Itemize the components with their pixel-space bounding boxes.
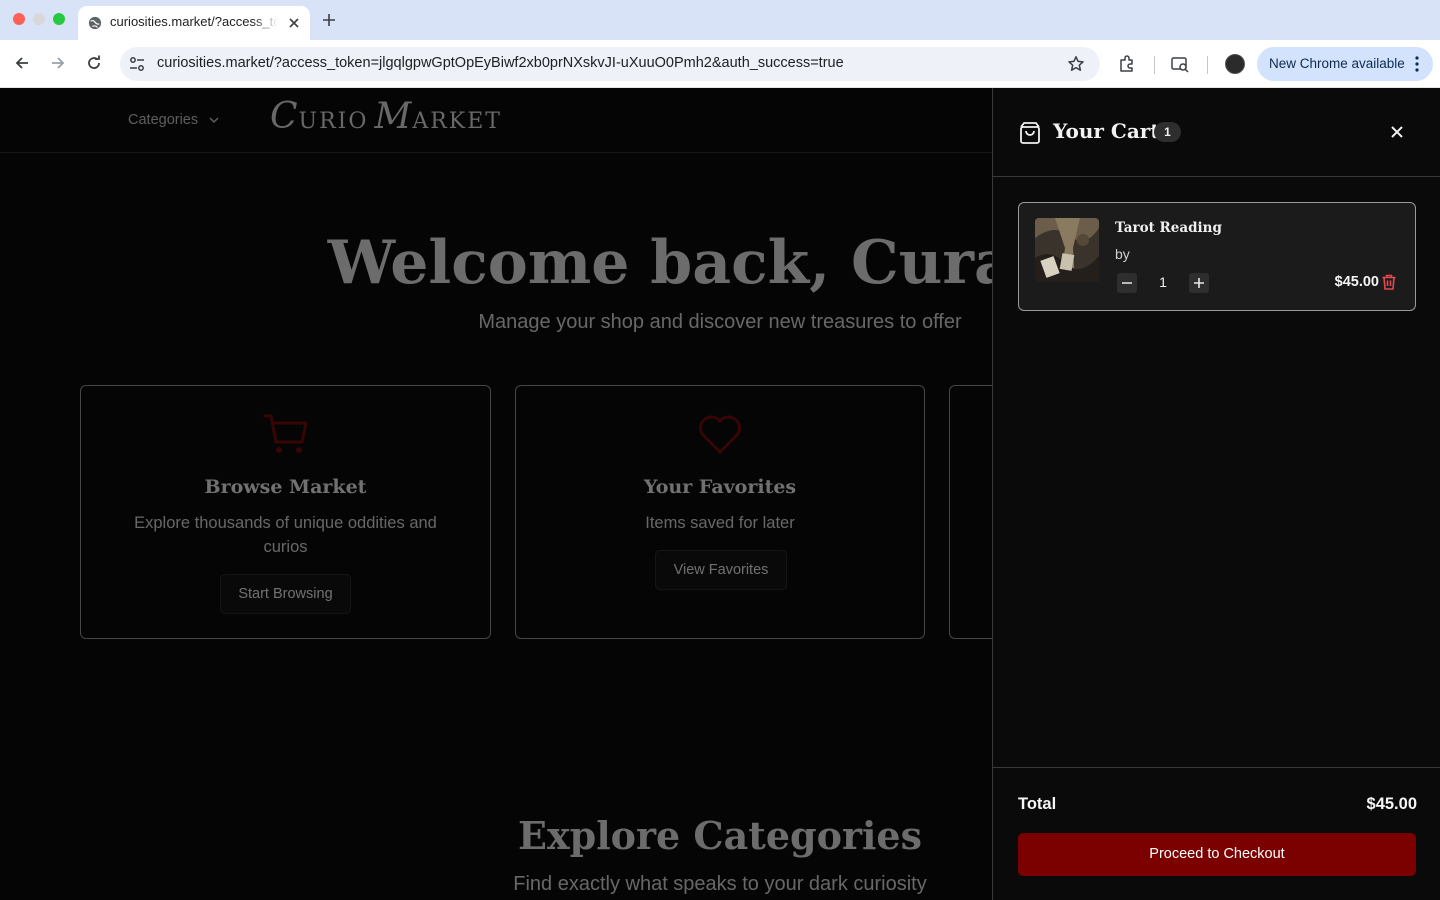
shopping-bag-icon xyxy=(1020,122,1040,144)
close-tab-icon[interactable] xyxy=(286,15,302,31)
total-value: $45.00 xyxy=(1366,795,1417,813)
forward-icon[interactable] xyxy=(49,54,67,72)
window-close-button[interactable] xyxy=(13,13,25,25)
url-text[interactable]: curiosities.market/?access_token=jlgqlgp… xyxy=(157,55,844,71)
window-zoom-button[interactable] xyxy=(53,13,65,25)
total-label: Total xyxy=(1018,795,1057,813)
tab-search-icon[interactable] xyxy=(1170,54,1190,74)
trash-icon[interactable] xyxy=(1380,273,1398,291)
decrease-quantity-button[interactable] xyxy=(1117,273,1137,293)
increase-quantity-button[interactable] xyxy=(1189,273,1209,293)
address-bar[interactable]: curiosities.market/?access_token=jlgqlgp… xyxy=(120,47,1100,81)
back-icon[interactable] xyxy=(13,54,31,72)
profile-avatar[interactable] xyxy=(1225,54,1245,74)
browser-tab[interactable]: curiosities.market/?access_token=jlgqlgp… xyxy=(78,6,310,40)
cart-footer: Total $45.00 Proceed to Checkout xyxy=(993,767,1440,900)
chrome-update-button[interactable]: New Chrome available xyxy=(1257,47,1433,81)
cart-title: Your Cart xyxy=(1053,119,1160,143)
extensions-icon[interactable] xyxy=(1117,54,1137,74)
browser-toolbar: curiosities.market/?access_token=jlgqlgp… xyxy=(0,40,1440,88)
cart-count-badge: 1 xyxy=(1154,122,1181,142)
toolbar-divider xyxy=(1154,56,1155,74)
cart-drawer: Your Cart 1 Tarot Reading by 1 $45.00 To… xyxy=(992,88,1440,900)
product-thumbnail[interactable] xyxy=(1035,218,1099,282)
cart-item: Tarot Reading by 1 $45.00 xyxy=(1018,202,1416,311)
toolbar-divider xyxy=(1207,56,1208,74)
tab-title: curiosities.market/?access_token=jlgqlgp… xyxy=(110,14,278,29)
new-tab-icon[interactable] xyxy=(320,11,338,29)
quantity-value: 1 xyxy=(1159,274,1167,290)
more-menu-icon[interactable] xyxy=(1413,55,1421,73)
globe-icon xyxy=(88,16,102,30)
reload-icon[interactable] xyxy=(85,54,103,72)
window-minimize-button[interactable] xyxy=(33,13,45,25)
page: Categories CURIO MARKET Welcome back, Cu… xyxy=(0,88,1440,900)
close-icon[interactable] xyxy=(1387,122,1407,142)
chrome-update-label: New Chrome available xyxy=(1269,56,1405,71)
item-price: $45.00 xyxy=(1334,274,1379,290)
item-name: Tarot Reading xyxy=(1115,220,1222,236)
checkout-button[interactable]: Proceed to Checkout xyxy=(1018,833,1416,876)
browser-tabbar: curiosities.market/?access_token=jlgqlgp… xyxy=(0,0,1440,40)
cart-header: Your Cart 1 xyxy=(993,88,1440,177)
item-seller: by xyxy=(1115,246,1130,262)
site-info-icon[interactable] xyxy=(128,55,146,73)
bookmark-star-icon[interactable] xyxy=(1067,55,1085,73)
